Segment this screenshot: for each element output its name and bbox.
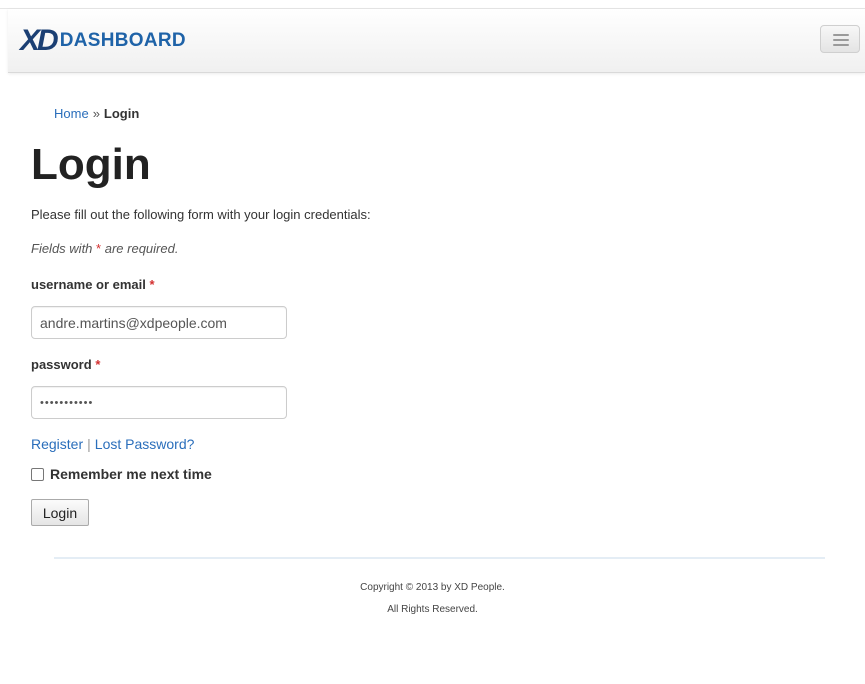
menu-toggle-button[interactable] (820, 25, 860, 53)
footer-rights: All Rights Reserved. (387, 604, 478, 615)
required-marker: * (96, 241, 102, 256)
password-required-marker: * (95, 357, 101, 372)
password-label: password * (31, 357, 100, 372)
page-title: Login (31, 140, 151, 189)
footer: Copyright © 2013 by XD People. All Right… (0, 577, 865, 621)
required-note-prefix: Fields with (31, 241, 93, 256)
footer-copyright: Copyright © 2013 by XD People. (360, 582, 505, 593)
account-links: Register | Lost Password? (31, 436, 194, 452)
navbar: XD DASHBOARD (8, 9, 865, 73)
brand-logo[interactable]: XD DASHBOARD (20, 24, 186, 57)
password-label-text: password (31, 357, 92, 372)
link-separator: | (87, 436, 91, 452)
remember-me-checkbox[interactable] (31, 467, 44, 481)
lost-password-link[interactable]: Lost Password? (95, 436, 195, 452)
brand-text: DASHBOARD (59, 30, 186, 51)
username-label-text: username or email (31, 277, 146, 292)
breadcrumb-separator: » (92, 106, 100, 121)
breadcrumb-current: Login (103, 106, 140, 121)
username-input[interactable] (31, 306, 287, 339)
intro-text: Please fill out the following form with … (31, 207, 371, 222)
password-input[interactable] (31, 386, 287, 419)
required-note-suffix: are required. (104, 241, 179, 256)
brand-mark: XD (20, 24, 59, 57)
breadcrumb-home-link[interactable]: Home (54, 106, 89, 121)
login-button[interactable]: Login (31, 499, 89, 526)
register-link[interactable]: Register (31, 436, 83, 452)
required-note: Fields with * are required. (31, 241, 178, 256)
remember-me-label[interactable]: Remember me next time (50, 466, 212, 482)
remember-me-row[interactable]: Remember me next time (31, 466, 212, 482)
footer-divider (54, 557, 825, 559)
breadcrumb: Home» Login (54, 106, 139, 121)
username-label: username or email * (31, 277, 155, 292)
username-required-marker: * (149, 277, 155, 292)
